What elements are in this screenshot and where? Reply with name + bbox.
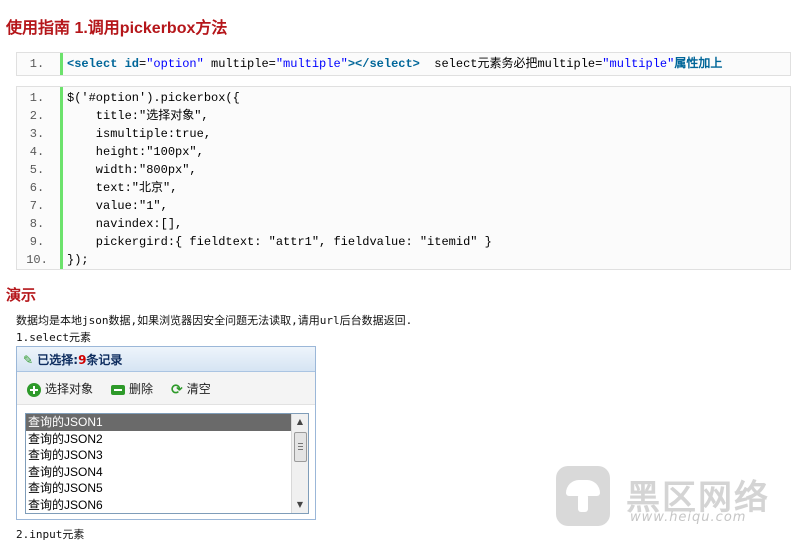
code-text: value:"1", [67, 199, 168, 213]
scroll-up-icon[interactable]: ▲ [292, 414, 308, 430]
input-element-label: 2.input元素 [16, 528, 85, 541]
pickerbox-widget: ✎ 已选择:9条记录 选择对象 删除 ⟳ 清空 查询的JSON1 查询的JSON2 查… [16, 346, 316, 520]
code-line: 4. height:"100px", [17, 143, 790, 161]
code-token: "multiple" [602, 57, 675, 71]
code-text: navindex:[], [67, 217, 183, 231]
mushroom-logo-icon [556, 466, 610, 526]
add-icon [27, 382, 41, 397]
watermark-url: www.heiqu.com [630, 510, 747, 525]
code-token: 属性加上 [674, 57, 723, 71]
code-token: <select [67, 57, 125, 71]
line-number: 9. [29, 235, 45, 249]
line-number: 2. [29, 109, 45, 123]
pickerbox-title: ✎ 已选择:9条记录 [23, 351, 122, 368]
title-prefix: 已选择: [37, 353, 79, 367]
code-line: 8. navindex:[], [17, 215, 790, 233]
line-number: 8. [29, 217, 45, 231]
select-object-label: 选择对象 [45, 382, 94, 396]
title-suffix: 条记录 [86, 353, 123, 367]
scroll-thumb[interactable] [294, 432, 307, 462]
line-number: 10. [26, 253, 48, 267]
selected-items-list[interactable]: 查询的JSON1 查询的JSON2 查询的JSON3 查询的JSON4 查询的JSON5… [25, 413, 309, 514]
line-number: 4. [29, 145, 45, 159]
refresh-icon: ⟳ [171, 381, 183, 398]
line-number: 7. [29, 199, 45, 213]
code-token: ></select> [347, 57, 420, 71]
pickerbox-toolbar: 选择对象 删除 ⟳ 清空 [17, 372, 315, 405]
code-snippet-pickerbox: 1. $('#option').pickerbox({ 2. title:"选择对象… [16, 86, 791, 270]
clear-label: 清空 [186, 382, 211, 396]
code-line: 10.}); [17, 251, 790, 269]
list-item[interactable]: 查询的JSON1 [26, 414, 292, 431]
line-number: 1. [29, 91, 45, 105]
list-item[interactable]: 查询的JSON5 [26, 480, 292, 497]
delete-label: 删除 [129, 382, 154, 396]
code-text: <select id="option" multiple="multiple">… [67, 55, 786, 73]
select-object-button[interactable]: 选择对象 [27, 380, 93, 398]
code-token: "multiple" [275, 57, 348, 71]
remove-icon [111, 384, 125, 395]
watermark: 黑区网络 www.heiqu.com [556, 466, 786, 530]
clear-button[interactable]: ⟳ 清空 [171, 380, 211, 398]
list-item[interactable]: 查询的JSON2 [26, 431, 292, 448]
code-line: 1. <select id="option" multiple="multipl… [17, 55, 790, 73]
delete-button[interactable]: 删除 [111, 380, 153, 398]
code-text: ismultiple:true, [67, 127, 212, 141]
code-token: multiple= [203, 57, 276, 71]
code-line: 9. pickergird:{ fieldtext: "attr1", fiel… [17, 233, 790, 251]
code-text: $('#option').pickerbox({ [67, 91, 240, 105]
scroll-down-icon[interactable]: ▼ [292, 497, 308, 513]
code-line: 6. text:"北京", [17, 179, 790, 197]
line-number: 1. [29, 57, 45, 71]
code-snippet-select: 1. <select id="option" multiple="multipl… [16, 52, 791, 76]
code-text: text:"北京", [67, 181, 178, 195]
code-line: 7. value:"1", [17, 197, 790, 215]
pencil-icon: ✎ [23, 353, 34, 367]
select-element-label: 1.select元素 [16, 331, 91, 344]
list-item[interactable]: 查询的JSON6 [26, 497, 292, 514]
list-scrollbar[interactable]: ▲ ▼ [291, 414, 308, 513]
list-item[interactable]: 查询的JSON4 [26, 464, 292, 481]
code-line: 2. title:"选择对象", [17, 107, 790, 125]
line-number: 6. [29, 181, 45, 195]
code-token: select元素务必把multiple= [419, 57, 603, 71]
code-text: pickergird:{ fieldtext: "attr1", fieldva… [67, 235, 492, 249]
line-number: 5. [29, 163, 45, 177]
code-token: id [124, 57, 140, 71]
code-line: 5. width:"800px", [17, 161, 790, 179]
code-text: width:"800px", [67, 163, 197, 177]
code-token: "option" [146, 57, 204, 71]
page-heading: 使用指南 1.调用pickerbox方法 [6, 20, 228, 37]
code-line: 1. $('#option').pickerbox({ [17, 89, 790, 107]
code-text: height:"100px", [67, 145, 204, 159]
list-item[interactable]: 查询的JSON3 [26, 447, 292, 464]
demo-description: 数据均是本地json数据,如果浏览器因安全问题无法读取,请用url后台数据返回. [16, 314, 413, 327]
line-number: 3. [29, 127, 45, 141]
code-line: 3. ismultiple:true, [17, 125, 790, 143]
demo-heading: 演示 [6, 287, 37, 304]
pickerbox-header: ✎ 已选择:9条记录 [17, 347, 315, 372]
code-text: }); [67, 253, 89, 267]
code-text: title:"选择对象", [67, 109, 209, 123]
